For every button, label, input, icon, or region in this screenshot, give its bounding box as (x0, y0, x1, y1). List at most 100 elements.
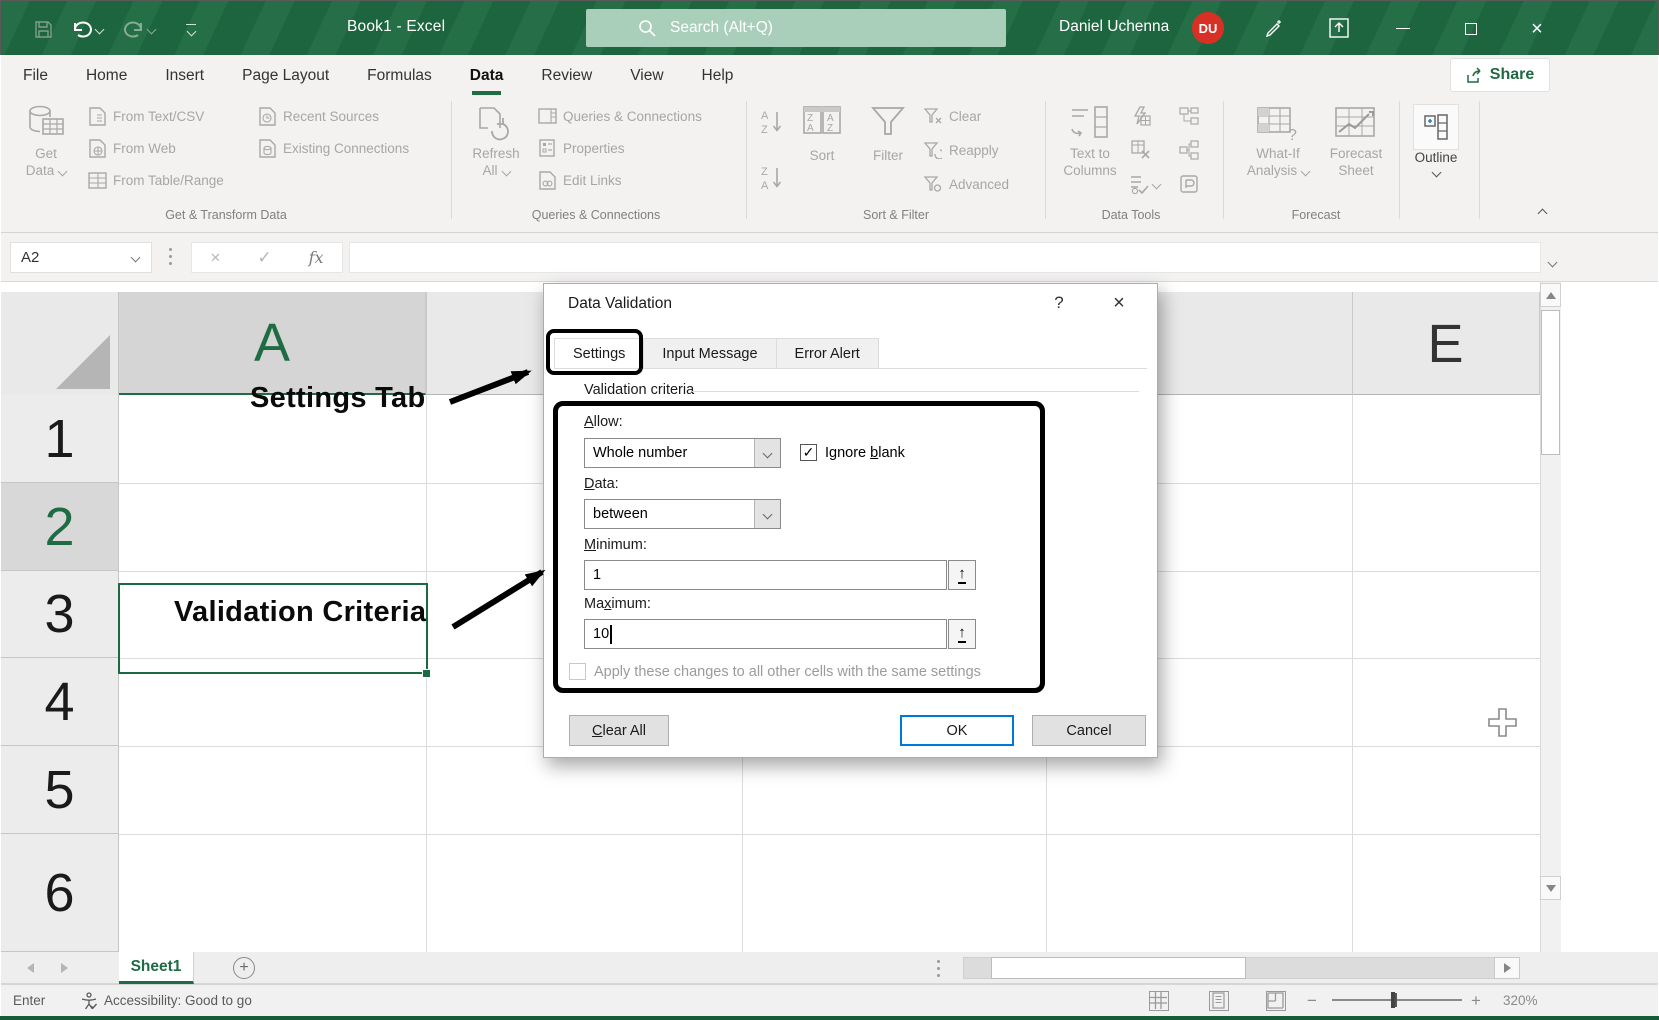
tab-help[interactable]: Help (702, 57, 734, 94)
page-layout-view-icon[interactable] (1209, 991, 1229, 1011)
cancel-button[interactable]: Cancel (1032, 715, 1146, 746)
name-box[interactable]: A2 (10, 242, 152, 273)
undo-button[interactable] (67, 15, 107, 43)
scroll-up-button[interactable] (1540, 283, 1561, 307)
cancel-entry-icon[interactable]: × (210, 248, 220, 268)
page-break-view-icon[interactable] (1266, 991, 1286, 1011)
flash-fill-icon[interactable] (1131, 106, 1151, 126)
prev-sheet-icon[interactable] (27, 963, 34, 973)
clear-filter-button[interactable]: Clear (923, 106, 981, 126)
data-validation-button[interactable] (1129, 174, 1160, 194)
refresh-all-button[interactable]: Refresh All (465, 104, 527, 180)
existing-connections-button[interactable]: Existing Connections (257, 138, 409, 158)
row-header-6[interactable]: 6 (1, 834, 119, 952)
share-button[interactable]: Share (1450, 58, 1550, 92)
namebox-resize-handle[interactable] (169, 248, 172, 265)
scroll-right-button[interactable] (1494, 957, 1520, 979)
ok-button[interactable]: OK (900, 715, 1014, 746)
tab-data[interactable]: Data (470, 57, 504, 94)
data-model-icon[interactable] (1179, 174, 1199, 194)
tab-file[interactable]: File (23, 57, 48, 94)
formula-input[interactable] (349, 242, 1541, 273)
ribbon-display-options-icon[interactable] (1325, 14, 1353, 42)
next-sheet-icon[interactable] (61, 963, 68, 973)
customize-qat-icon[interactable] (177, 15, 205, 43)
reapply-filter-button[interactable]: Reapply (923, 140, 999, 160)
group-caption-data-tools: Data Tools (1051, 208, 1211, 222)
relationships-icon[interactable] (1179, 140, 1199, 160)
search-box[interactable]: Search (Alt+Q) (586, 9, 1006, 47)
clear-all-button[interactable]: Clear All (569, 715, 669, 746)
zoom-slider-thumb[interactable] (1391, 992, 1395, 1008)
dialog-tab-input-message[interactable]: Input Message (644, 338, 776, 369)
save-icon[interactable] (29, 15, 57, 43)
group-caption-queries: Queries & Connections (481, 208, 711, 222)
sparkle-pen-icon[interactable] (1259, 14, 1287, 42)
accessibility-status[interactable]: Accessibility: Good to go (104, 993, 252, 1008)
row-header-5[interactable]: 5 (1, 746, 119, 834)
tab-page-layout[interactable]: Page Layout (242, 57, 329, 94)
zoom-in-button[interactable]: + (1471, 991, 1481, 1011)
annotation-criteria-text: Validation Criteria (174, 596, 426, 629)
zoom-out-button[interactable]: − (1307, 991, 1317, 1011)
vertical-scroll-thumb[interactable] (1541, 310, 1560, 455)
zoom-level[interactable]: 320% (1503, 993, 1538, 1008)
minimize-button[interactable] (1380, 1, 1426, 56)
avatar[interactable]: DU (1192, 12, 1224, 44)
tab-review[interactable]: Review (541, 57, 592, 94)
queries-connections-button[interactable]: Queries & Connections (537, 106, 702, 126)
zoom-slider-track[interactable] (1332, 999, 1462, 1001)
text-to-columns-button[interactable]: Text to Columns (1057, 104, 1123, 180)
advanced-filter-button[interactable]: Advanced (923, 174, 1009, 194)
filter-button[interactable]: Filter (863, 104, 913, 165)
window-title: Book1 - Excel (347, 18, 445, 36)
annotation-settings-tab-box (546, 329, 643, 375)
collapse-ribbon-button[interactable] (1539, 204, 1546, 222)
row-header-1[interactable]: 1 (1, 395, 119, 483)
redo-button[interactable] (119, 15, 159, 43)
close-button[interactable]: × (1514, 1, 1560, 56)
from-table-range-button[interactable]: From Table/Range (87, 170, 224, 190)
tab-insert[interactable]: Insert (165, 57, 204, 94)
select-all-corner[interactable] (1, 292, 119, 395)
expand-formula-bar-icon[interactable] (1549, 253, 1556, 271)
get-data-button[interactable]: Get Data (17, 104, 75, 180)
tab-view[interactable]: View (630, 57, 663, 94)
fill-handle[interactable] (422, 669, 431, 678)
sheet-tab-sheet1[interactable]: Sheet1 (119, 952, 194, 984)
from-text-csv-button[interactable]: From Text/CSV (87, 106, 204, 126)
scroll-down-button[interactable] (1540, 876, 1561, 900)
sort-az-button[interactable]: AZ (759, 108, 785, 136)
user-name[interactable]: Daniel Uchenna (1059, 18, 1169, 36)
edit-links-button[interactable]: Edit Links (537, 170, 622, 190)
normal-view-icon[interactable] (1149, 991, 1169, 1011)
dialog-close-icon[interactable]: × (1104, 290, 1134, 316)
tab-formulas[interactable]: Formulas (367, 57, 432, 94)
tab-home[interactable]: Home (86, 57, 127, 94)
row-header-4[interactable]: 4 (1, 658, 119, 746)
dialog-help-icon[interactable]: ? (1047, 293, 1071, 313)
confirm-entry-icon[interactable]: ✓ (257, 248, 271, 268)
sort-za-button[interactable]: ZA (759, 164, 785, 192)
outline-button[interactable]: Outline (1413, 104, 1459, 176)
maximize-button[interactable] (1448, 1, 1494, 56)
remove-duplicates-icon[interactable] (1131, 140, 1151, 160)
from-web-button[interactable]: From Web (87, 138, 176, 158)
row-header-2[interactable]: 2 (1, 483, 119, 571)
new-sheet-button[interactable]: + (233, 957, 255, 979)
name-box-dropdown-icon[interactable] (131, 253, 141, 263)
consolidate-icon[interactable] (1179, 106, 1199, 126)
tabbar-splitter[interactable] (937, 960, 940, 977)
column-header-e[interactable]: E (1352, 292, 1540, 395)
zoom-slider-tick (1395, 993, 1397, 1007)
forecast-sheet-button[interactable]: Forecast Sheet (1323, 104, 1389, 180)
insert-function-icon[interactable]: fx (309, 248, 324, 267)
row-header-3[interactable]: 3 (1, 571, 119, 658)
dialog-tab-error-alert[interactable]: Error Alert (777, 338, 879, 369)
properties-button[interactable]: Properties (537, 138, 625, 158)
column-header-a[interactable]: A (119, 292, 426, 395)
horizontal-scroll-thumb[interactable] (991, 957, 1246, 979)
what-if-analysis-button[interactable]: ? What-If Analysis (1239, 104, 1317, 180)
recent-sources-button[interactable]: Recent Sources (257, 106, 379, 126)
sort-button[interactable]: ZAAZ Sort (797, 104, 847, 165)
